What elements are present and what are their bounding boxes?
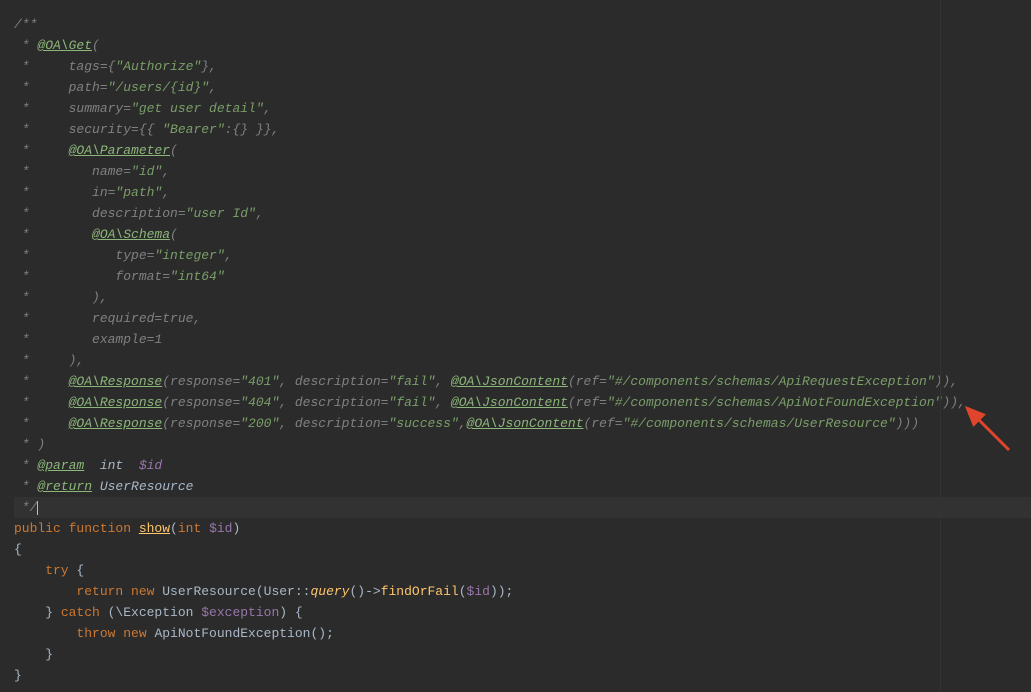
code-line: /** [14, 14, 1031, 35]
code-line: try { [14, 560, 1031, 581]
code-line-cursor: */ [14, 497, 1031, 518]
code-line: * ) [14, 434, 1031, 455]
code-line: } [14, 665, 1031, 686]
code-line: * format="int64" [14, 266, 1031, 287]
code-editor[interactable]: /** * @OA\Get( * tags={"Authorize"}, * p… [0, 0, 1031, 686]
code-line: * description="user Id", [14, 203, 1031, 224]
code-line: * required=true, [14, 308, 1031, 329]
text-cursor [37, 501, 38, 515]
code-line: * @OA\Get( [14, 35, 1031, 56]
code-line: * @OA\Response(response="404", descripti… [14, 392, 1031, 413]
right-margin-guide [940, 0, 941, 692]
code-line: public function show(int $id) [14, 518, 1031, 539]
code-line: * @return UserResource [14, 476, 1031, 497]
code-line: * path="/users/{id}", [14, 77, 1031, 98]
code-line: return new UserResource(User::query()->f… [14, 581, 1031, 602]
code-line: * @OA\Response(response="401", descripti… [14, 371, 1031, 392]
code-line: * type="integer", [14, 245, 1031, 266]
code-line: * ), [14, 287, 1031, 308]
code-line: * example=1 [14, 329, 1031, 350]
code-line: * tags={"Authorize"}, [14, 56, 1031, 77]
code-line: * @OA\Parameter( [14, 140, 1031, 161]
code-line: * security={{ "Bearer":{} }}, [14, 119, 1031, 140]
code-line: throw new ApiNotFoundException(); [14, 623, 1031, 644]
code-line: * ), [14, 350, 1031, 371]
code-line: { [14, 539, 1031, 560]
code-line: * @param int $id [14, 455, 1031, 476]
code-line: * summary="get user detail", [14, 98, 1031, 119]
code-line: * @OA\Schema( [14, 224, 1031, 245]
code-line: * @OA\Response(response="200", descripti… [14, 413, 1031, 434]
code-line: } [14, 644, 1031, 665]
code-line: } catch (\Exception $exception) { [14, 602, 1031, 623]
code-line: * in="path", [14, 182, 1031, 203]
code-line: * name="id", [14, 161, 1031, 182]
